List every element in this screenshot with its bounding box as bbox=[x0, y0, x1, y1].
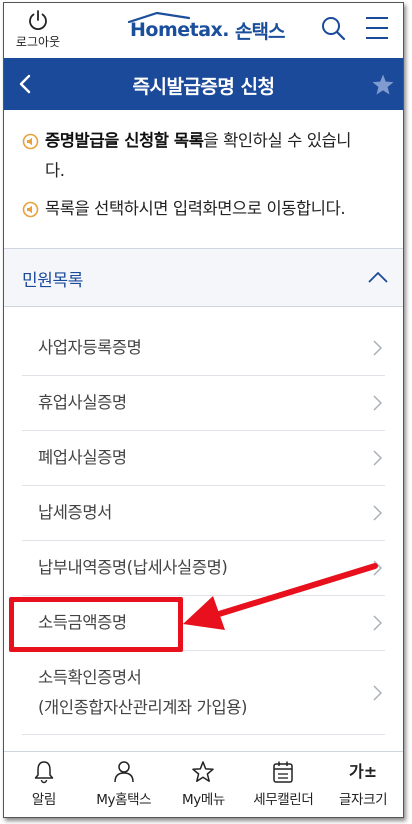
notice-item: 증명발급을 신청할 목록을 확인하실 수 있습니다. bbox=[22, 126, 393, 186]
list-item-label: 폐업사실증명 bbox=[38, 448, 127, 467]
font-size-icon: 가± bbox=[349, 762, 378, 781]
chevron-right-icon bbox=[373, 684, 383, 701]
hamburger-icon bbox=[366, 17, 388, 39]
list-item-label: 사업자등록증명 bbox=[38, 338, 142, 357]
list-item-label: 휴업사실증명 bbox=[38, 393, 127, 412]
notice-area: 증명발급을 신청할 목록을 확인하실 수 있습니다. 목록을 선택하시면 입력화… bbox=[4, 110, 403, 248]
search-icon bbox=[322, 17, 346, 41]
highlight-box bbox=[9, 597, 183, 652]
top-bar: 로그아웃 Hometax. 손택스 bbox=[4, 3, 403, 58]
list-item[interactable]: 폐업사실증명 bbox=[22, 431, 385, 486]
red-arrow-annotation bbox=[183, 563, 378, 630]
calendar-icon bbox=[273, 761, 294, 783]
logout-button[interactable]: 로그아웃 bbox=[10, 9, 66, 50]
list-item[interactable]: 휴업사실증명 bbox=[22, 376, 385, 431]
notice-bold: 증명발급을 신청할 목록 bbox=[45, 131, 204, 150]
list-item-label: 소득확인증명서 (개인종합자산관리계좌 가입용) bbox=[22, 663, 247, 723]
notice-item: 목록을 선택하시면 입력화면으로 이동합니다. bbox=[22, 194, 393, 224]
nav-label: My홈택스 bbox=[96, 792, 152, 808]
list-item-label: 납세증명서 bbox=[38, 503, 112, 522]
section-title: 민원목록 bbox=[22, 271, 83, 291]
person-icon bbox=[113, 761, 134, 783]
chevron-up-icon[interactable] bbox=[367, 267, 389, 287]
nav-label: 세무캘린더 bbox=[253, 792, 314, 808]
nav-notifications[interactable]: 알림 bbox=[4, 752, 84, 817]
brand-english: Hometax. bbox=[127, 11, 230, 41]
list-item-label-line2: (개인종합자산관리계좌 가입용) bbox=[38, 697, 248, 717]
star-icon bbox=[372, 74, 394, 95]
nav-label: My메뉴 bbox=[182, 792, 225, 808]
search-button[interactable] bbox=[320, 15, 346, 45]
notice-text-1: 을 확인하실 수 있습니 bbox=[203, 131, 352, 150]
chevron-right-icon bbox=[373, 340, 383, 356]
favorite-button[interactable] bbox=[371, 73, 395, 101]
phone-screen: 로그아웃 Hometax. 손택스 즉시발급증명 신청 증명발급을 신청할 목록… bbox=[3, 2, 404, 818]
list-item[interactable]: 납세증명서 bbox=[22, 486, 385, 541]
power-icon bbox=[29, 10, 47, 31]
nav-font-size[interactable]: 가± 글자크기 bbox=[323, 752, 403, 817]
chevron-right-icon bbox=[373, 395, 383, 411]
speaker-bullet-icon bbox=[22, 133, 39, 150]
speaker-bullet-icon bbox=[22, 201, 39, 218]
nav-my-hometax[interactable]: My홈택스 bbox=[84, 752, 164, 817]
chevron-right-icon bbox=[373, 505, 383, 521]
notice-text: 목록을 선택하시면 입력화면으로 이동합니다. bbox=[45, 199, 346, 218]
roof-icon bbox=[127, 11, 191, 23]
list-item[interactable]: 소득확인증명서 (개인종합자산관리계좌 가입용) bbox=[22, 651, 385, 735]
notice-text: 증명발급을 신청할 목록을 확인하실 수 있습니다. bbox=[45, 126, 351, 186]
logout-label: 로그아웃 bbox=[15, 35, 61, 49]
brand-korean: 손택스 bbox=[235, 20, 285, 43]
nav-label: 알림 bbox=[31, 792, 56, 808]
title-bar: 즉시발급증명 신청 bbox=[4, 58, 403, 110]
nav-label: 글자크기 bbox=[339, 792, 388, 808]
chevron-right-icon bbox=[373, 450, 383, 466]
page: 로그아웃 Hometax. 손택스 즉시발급증명 신청 증명발급을 신청할 목록… bbox=[0, 0, 412, 824]
star-icon bbox=[192, 761, 215, 782]
civil-service-list: 사업자등록증명 휴업사실증명 폐업사실증명 납세증명서 납부내역증명(납세사실증… bbox=[4, 321, 403, 735]
nav-my-menu[interactable]: My메뉴 bbox=[164, 752, 244, 817]
nav-tax-calendar[interactable]: 세무캘린더 bbox=[243, 752, 323, 817]
page-title: 즉시발급증명 신청 bbox=[132, 76, 275, 98]
list-item[interactable]: 사업자등록증명 bbox=[22, 321, 385, 376]
menu-button[interactable] bbox=[364, 15, 390, 45]
notice-text-2: 다. bbox=[45, 161, 65, 180]
hometax-logo[interactable]: Hometax. 손택스 bbox=[127, 11, 285, 47]
bottom-nav: 알림 My홈택스 My메뉴 세무캘린더 가± 글자크기 bbox=[4, 751, 403, 817]
section-header[interactable]: 민원목록 bbox=[4, 249, 403, 307]
bell-icon bbox=[34, 761, 54, 784]
list-item-label-line1: 소득확인증명서 bbox=[38, 667, 142, 687]
